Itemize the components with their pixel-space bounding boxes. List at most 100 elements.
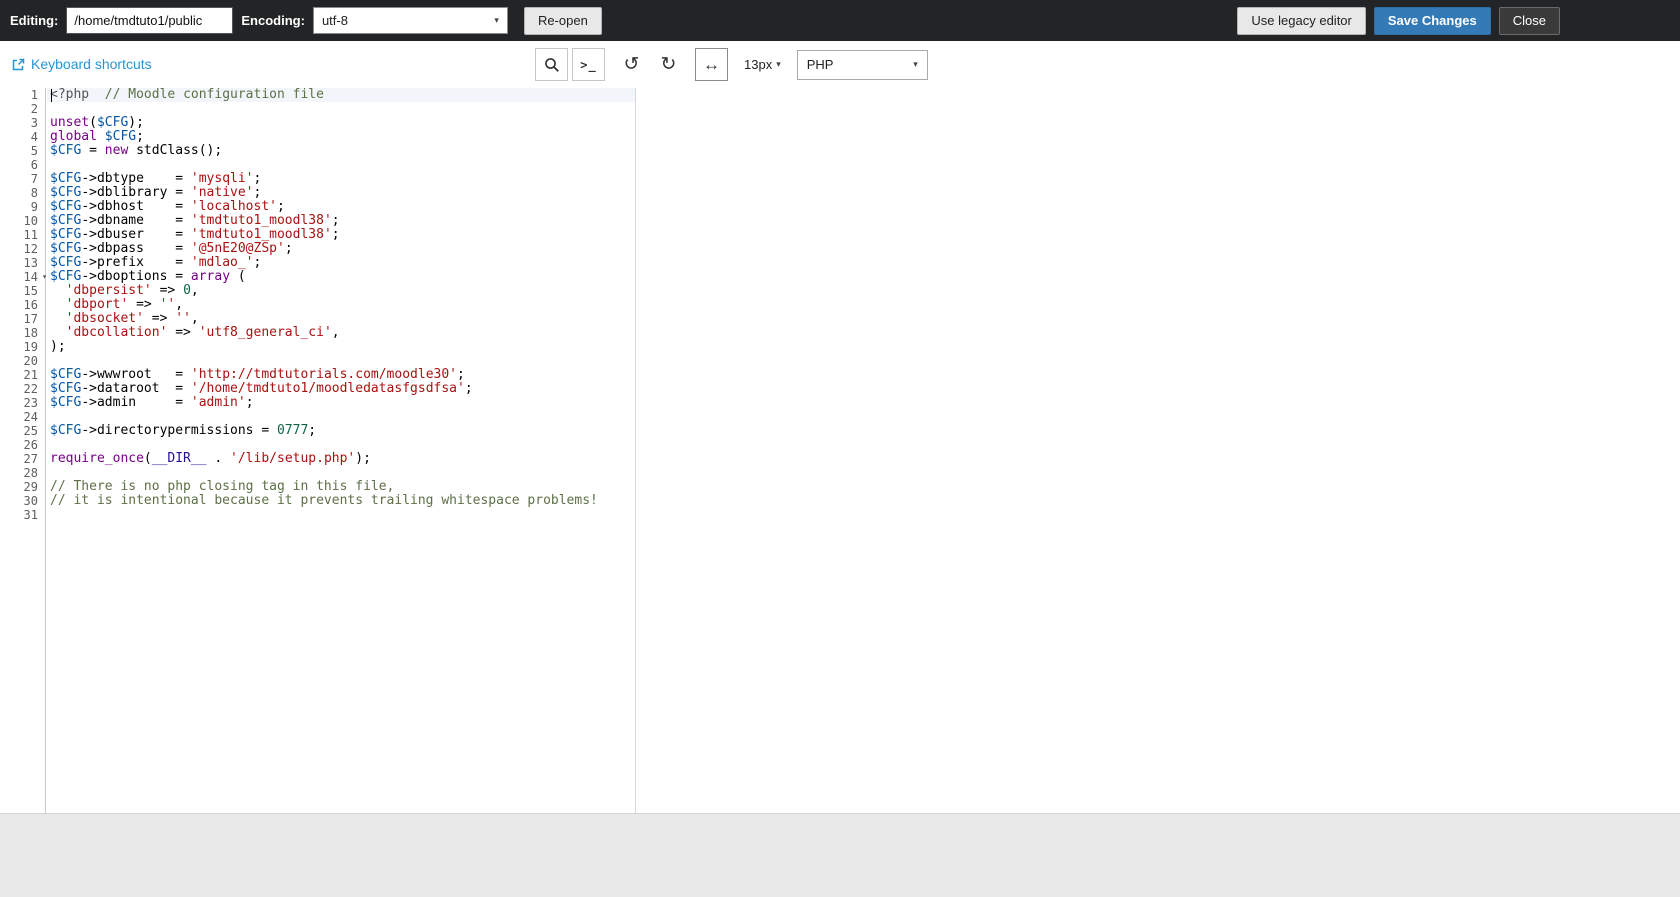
- code-line-text: $CFG->wwwroot = 'http://tmdtutorials.com…: [50, 367, 465, 382]
- code-line-text: $CFG->dboptions = array (: [50, 269, 246, 284]
- terminal-prompt-icon: >_: [580, 57, 597, 72]
- code-line[interactable]: 8 $CFG->dblibrary = 'native';: [0, 186, 1680, 201]
- code-line-text: $CFG->dbuser = 'tmdtuto1_moodl38';: [50, 227, 340, 242]
- line-number: 6: [30, 158, 38, 172]
- code-line[interactable]: 1 <?php // Moodle configuration file: [0, 87, 1680, 103]
- code-line-text: $CFG->dbhost = 'localhost';: [50, 199, 285, 214]
- close-button[interactable]: Close: [1498, 6, 1560, 35]
- font-size-dropdown[interactable]: 13px ▾: [738, 48, 787, 81]
- code-line[interactable]: 6: [0, 158, 1680, 172]
- code-line[interactable]: 16 'dbport' => '',: [0, 297, 1680, 313]
- code-line[interactable]: 12 $CFG->dbpass = '@5nE20@ZSp';: [0, 241, 1680, 257]
- line-number: 9: [30, 200, 38, 214]
- line-number: 30: [23, 494, 38, 508]
- code-line-text: [46, 158, 50, 172]
- code-line-text: <?php // Moodle configuration file: [50, 87, 324, 102]
- code-line[interactable]: 15 'dbpersist' => 0,: [0, 284, 1680, 299]
- use-legacy-editor-button[interactable]: Use legacy editor: [1237, 6, 1366, 35]
- code-line[interactable]: 26: [0, 438, 1680, 452]
- code-line[interactable]: 4 global $CFG;: [0, 129, 1680, 145]
- terminal-button[interactable]: >_: [572, 48, 605, 81]
- code-line[interactable]: 21 $CFG->wwwroot = 'http://tmdtutorials.c…: [0, 367, 1680, 383]
- code-line[interactable]: 19);: [0, 339, 1680, 355]
- line-number: 14 ▾: [23, 270, 47, 284]
- text-cursor: [51, 89, 52, 102]
- code-line[interactable]: 25 $CFG->directorypermissions = 0777;: [0, 423, 1680, 439]
- line-number: 19: [23, 340, 38, 354]
- code-lines: 1 <?php // Moodle configuration file 2 3 uns…: [0, 87, 1680, 523]
- word-wrap-button[interactable]: ↔: [695, 48, 728, 81]
- line-number: 28: [23, 466, 38, 480]
- undo-icon: ↺: [623, 54, 640, 75]
- chevron-down-icon: ▾: [913, 59, 918, 69]
- code-line[interactable]: 18 'dbcollation' => 'utf8_general_ci',: [0, 326, 1680, 341]
- line-number: 29: [23, 480, 38, 494]
- editor-topbar: Editing: Encoding: utf-8 ▾ Re-open Use l…: [0, 0, 1680, 41]
- code-line[interactable]: 22 $CFG->dataroot = '/home/tmdtuto1/moodl…: [0, 382, 1680, 397]
- line-number: 12: [23, 242, 38, 256]
- line-number: 20: [23, 354, 38, 368]
- line-number: 2: [30, 102, 38, 116]
- undo-button[interactable]: ↺: [615, 48, 648, 81]
- line-number: 24: [23, 410, 38, 424]
- line-number: 25: [23, 424, 38, 438]
- code-line-text: $CFG->dbtype = 'mysqli';: [50, 171, 262, 186]
- search-button[interactable]: [535, 48, 568, 81]
- code-line[interactable]: 24: [0, 410, 1680, 424]
- code-line[interactable]: 11 $CFG->dbuser = 'tmdtuto1_moodl38';: [0, 227, 1680, 243]
- keyboard-shortcuts-label: Keyboard shortcuts: [31, 56, 152, 72]
- code-line[interactable]: 17 'dbsocket' => '',: [0, 311, 1680, 327]
- code-editor[interactable]: 1 <?php // Moodle configuration file 2 3 uns…: [0, 88, 1680, 813]
- toolbar-tools: >_ ↺ ↻ ↔ 13px ▾ PHP ▾: [535, 48, 928, 81]
- code-line-text: // it is intentional because it prevents…: [50, 493, 598, 508]
- line-number: 11: [23, 228, 38, 242]
- font-size-value: 13px: [744, 57, 773, 72]
- code-line[interactable]: 31: [0, 508, 1680, 522]
- code-line[interactable]: 14 ▾ $CFG->dboptions = array (: [0, 269, 1680, 285]
- code-line-text: $CFG = new stdClass();: [50, 143, 223, 158]
- code-line[interactable]: 13 $CFG->prefix = 'mdlao_';: [0, 256, 1680, 271]
- code-line[interactable]: 9 $CFG->dbhost = 'localhost';: [0, 199, 1680, 215]
- line-number: 4: [30, 130, 38, 144]
- code-line[interactable]: 10 $CFG->dbname = 'tmdtuto1_moodl38';: [0, 213, 1680, 229]
- language-selected-value: PHP: [806, 57, 834, 72]
- file-path-input[interactable]: [66, 7, 234, 34]
- code-line-text: );: [50, 339, 66, 354]
- code-line-text: $CFG->dbname = 'tmdtuto1_moodl38';: [50, 213, 340, 228]
- code-line-text: $CFG->dbpass = '@5nE20@ZSp';: [50, 241, 293, 256]
- redo-icon: ↻: [660, 54, 677, 75]
- fold-arrow-icon[interactable]: ▾: [42, 272, 47, 282]
- line-number: 23: [23, 396, 38, 410]
- code-line[interactable]: 5 $CFG = new stdClass();: [0, 143, 1680, 159]
- code-line[interactable]: 28: [0, 466, 1680, 480]
- code-line[interactable]: 3 unset($CFG);: [0, 115, 1680, 131]
- reopen-button[interactable]: Re-open: [523, 6, 602, 35]
- line-number: 3: [30, 116, 38, 130]
- code-line[interactable]: 23 $CFG->admin = 'admin';: [0, 395, 1680, 411]
- line-number: 7: [30, 172, 38, 186]
- code-line-text: 'dbport' => '',: [65, 297, 184, 312]
- code-line[interactable]: 27 require_once(__DIR__ . '/lib/setup.php…: [0, 451, 1680, 467]
- encoding-select[interactable]: utf-8 ▾: [312, 7, 508, 34]
- encoding-label: Encoding:: [241, 13, 305, 28]
- code-line[interactable]: 29 // There is no php closing tag in this…: [0, 480, 1680, 495]
- code-line[interactable]: 2: [0, 102, 1680, 116]
- code-line-text: [46, 508, 50, 522]
- code-line-text: $CFG->admin = 'admin';: [50, 395, 254, 410]
- line-number: 18: [23, 326, 38, 340]
- code-line[interactable]: 30 // it is intentional because it preven…: [0, 493, 1680, 509]
- code-line-text: unset($CFG);: [50, 115, 144, 130]
- save-changes-button[interactable]: Save Changes: [1373, 6, 1491, 35]
- code-line-text: $CFG->directorypermissions = 0777;: [50, 423, 317, 438]
- keyboard-shortcuts-link[interactable]: Keyboard shortcuts: [12, 56, 152, 72]
- code-line-text: [46, 354, 50, 368]
- code-line-text: 'dbsocket' => '',: [65, 311, 199, 326]
- code-line-text: [46, 438, 50, 452]
- code-line-text: [46, 102, 50, 116]
- code-line-text: require_once(__DIR__ . '/lib/setup.php')…: [50, 451, 371, 466]
- code-line[interactable]: 7 $CFG->dbtype = 'mysqli';: [0, 171, 1680, 187]
- redo-button[interactable]: ↻: [652, 48, 685, 81]
- code-line-text: global $CFG;: [50, 129, 144, 144]
- code-line[interactable]: 20: [0, 354, 1680, 368]
- language-select[interactable]: PHP ▾: [796, 49, 928, 80]
